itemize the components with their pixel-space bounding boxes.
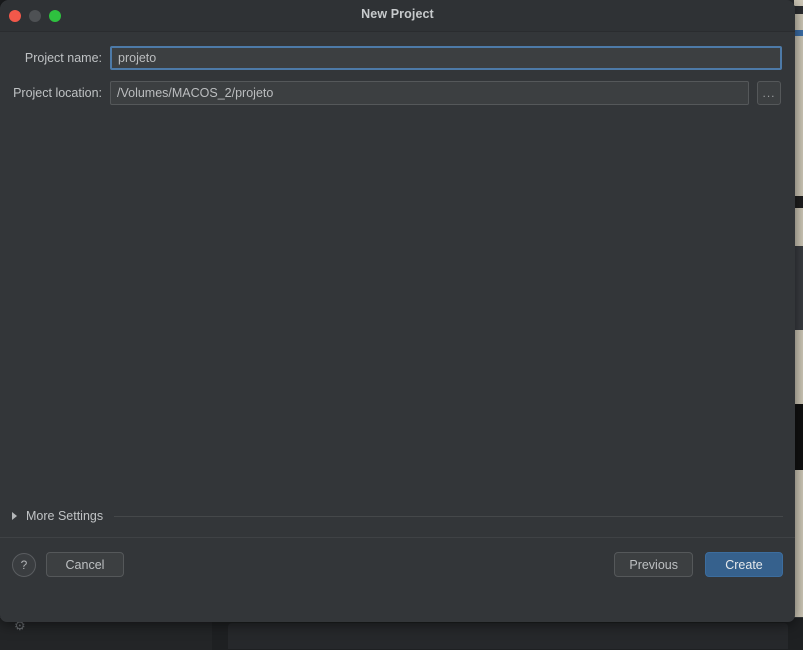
footer-left-group: ? Cancel	[12, 552, 124, 577]
help-button[interactable]: ?	[12, 552, 36, 577]
background-status-left-panel	[0, 618, 212, 650]
project-location-input[interactable]	[110, 81, 749, 105]
create-button[interactable]: Create	[705, 552, 783, 577]
dialog-footer: ? Cancel Previous Create	[0, 537, 795, 591]
browse-folder-button[interactable]: ...	[757, 81, 781, 105]
project-location-label: Project location:	[13, 86, 102, 100]
background-status-right-panel	[228, 623, 788, 649]
project-name-row: Project name:	[0, 46, 795, 70]
chevron-right-icon	[12, 512, 17, 520]
footer-right-group: Previous Create	[614, 552, 783, 577]
more-settings-label: More Settings	[26, 509, 104, 523]
cancel-button[interactable]: Cancel	[46, 552, 124, 577]
more-settings-toggle[interactable]: More Settings	[12, 509, 783, 523]
project-location-row: Project location: ...	[0, 81, 795, 105]
more-settings-divider	[114, 515, 783, 517]
background-app-right-edge	[794, 0, 803, 650]
dialog-body: Project name: Project location: ... More…	[0, 32, 795, 537]
new-project-dialog: New Project Project name: Project locati…	[0, 0, 795, 622]
previous-button[interactable]: Previous	[614, 552, 693, 577]
dialog-titlebar[interactable]: New Project	[0, 0, 795, 32]
project-name-input[interactable]	[110, 46, 782, 70]
dialog-title: New Project	[361, 7, 434, 21]
project-name-label: Project name:	[24, 51, 102, 65]
